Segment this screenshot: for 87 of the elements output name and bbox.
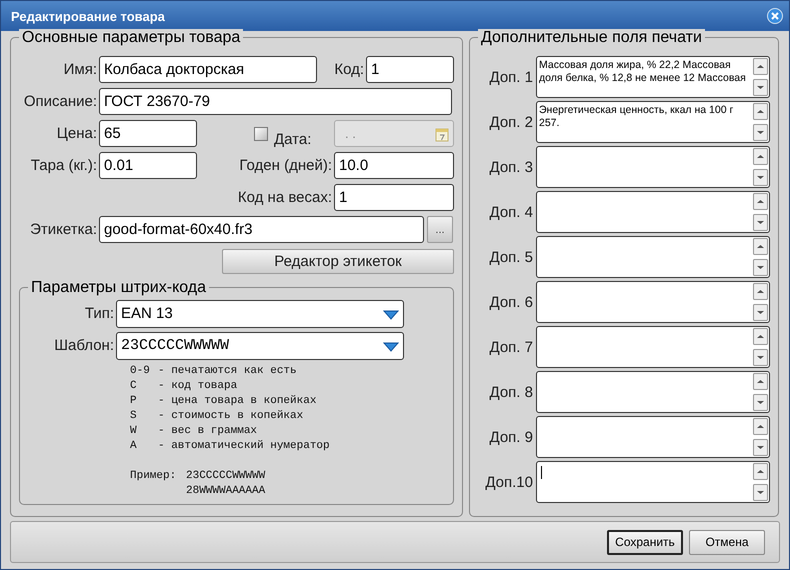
extra-field-label: Доп. 4 xyxy=(488,204,534,220)
name-field[interactable]: Колбаса докторская xyxy=(99,56,317,83)
label-file-field[interactable]: good-format-60x40.fr3 xyxy=(99,216,424,243)
extra-field-label: Доп. 7 xyxy=(488,338,534,356)
close-icon[interactable] xyxy=(767,8,783,24)
scroll-up-icon[interactable] xyxy=(753,373,768,390)
extra-text-area[interactable]: Массовая доля жира, % 22,2 Массовая доля белка, % 12,8 не менее 12 Массовая xyxy=(536,56,770,98)
scroll-up-icon[interactable] xyxy=(753,418,768,435)
panel-title: Основные параметры товара xyxy=(19,29,244,47)
label-file-label: Этикетка: xyxy=(29,221,97,238)
type-dropdown[interactable]: EAN 13 xyxy=(116,300,404,328)
template-dropdown[interactable]: 23CCCCCWWWWW xyxy=(116,332,404,360)
label-editor-button[interactable]: Редактор этикеток xyxy=(222,249,454,274)
type-label: Тип: xyxy=(84,305,114,322)
dropdown-arrow-icon[interactable] xyxy=(383,308,399,320)
browse-button[interactable]: ... xyxy=(427,216,453,243)
scroll-down-icon[interactable] xyxy=(753,169,768,186)
scroll-down-icon[interactable] xyxy=(753,394,768,411)
extra-text-area[interactable] xyxy=(536,236,770,278)
extra-field-label: Доп. 9 xyxy=(488,428,534,446)
extra-text-area[interactable] xyxy=(536,281,770,323)
template-label: Шаблон: xyxy=(53,337,114,354)
price-label: Цена: xyxy=(56,125,97,142)
cancel-button[interactable]: Отмена xyxy=(689,530,765,554)
example-value: 23CCCCCWWWWW xyxy=(186,469,266,484)
legend-code: A xyxy=(130,439,138,454)
legend-text: - вес в граммах xyxy=(158,424,258,439)
tare-field[interactable]: 0.01 xyxy=(99,152,197,179)
tare-label: Тара (кг.): xyxy=(30,157,97,174)
extra-field-label: Доп. 1 xyxy=(488,68,534,86)
legend-code: P xyxy=(130,394,138,409)
extra-field-label: Доп. 6 xyxy=(488,294,534,310)
scroll-down-icon[interactable] xyxy=(753,214,768,231)
legend-code: 0-9 xyxy=(130,364,151,379)
scroll-down-icon[interactable] xyxy=(753,304,768,321)
scroll-up-icon[interactable] xyxy=(753,148,768,165)
scroll-down-icon[interactable] xyxy=(753,349,768,366)
extra-field-label: Доп. 8 xyxy=(488,384,534,400)
extra-field-label: Доп.10 xyxy=(484,474,534,490)
extra-text-area[interactable] xyxy=(536,416,770,458)
scroll-down-icon[interactable] xyxy=(753,484,768,501)
scroll-down-icon[interactable] xyxy=(753,79,768,96)
price-field[interactable]: 65 xyxy=(99,120,197,147)
extra-field-label: Доп. 3 xyxy=(488,158,534,176)
name-label: Имя: xyxy=(62,61,97,78)
extra-text-area[interactable] xyxy=(536,371,770,413)
scroll-up-icon[interactable] xyxy=(753,463,768,480)
legend-code: W xyxy=(130,424,138,439)
extra-text-area[interactable] xyxy=(536,146,770,188)
legend-code: C xyxy=(130,379,138,394)
extra-field-label: Доп. 5 xyxy=(488,248,534,266)
save-button[interactable]: Сохранить xyxy=(607,530,683,554)
legend-text: - цена товара в копейках xyxy=(158,394,316,409)
scroll-up-icon[interactable] xyxy=(753,103,768,120)
scroll-up-icon[interactable] xyxy=(753,58,768,75)
date-label: Дата: xyxy=(274,131,312,148)
extra-text-area[interactable] xyxy=(536,191,770,233)
legend-text: - печатаются как есть xyxy=(158,364,297,379)
scroll-up-icon[interactable] xyxy=(753,193,768,210)
extra-text-area[interactable] xyxy=(536,461,770,503)
window-title: Редактирование товара xyxy=(11,8,165,24)
shelf-life-label: Годен (дней): xyxy=(238,157,332,174)
scroll-down-icon[interactable] xyxy=(753,439,768,456)
scroll-down-icon[interactable] xyxy=(753,259,768,276)
extra-text-area[interactable]: Энергетическая ценность, ккал на 100 г 257. xyxy=(536,101,770,143)
scale-code-field[interactable]: 1 xyxy=(334,184,454,211)
panel-title: Дополнительные поля печати xyxy=(478,29,705,47)
scale-code-label: Код на весах: xyxy=(236,189,332,206)
example-value: 28WWWWAAAAAA xyxy=(186,484,266,499)
code-field[interactable]: 1 xyxy=(366,56,454,83)
legend-text: - стоимость в копейках xyxy=(158,409,304,424)
extra-text-area[interactable] xyxy=(536,326,770,368)
scroll-up-icon[interactable] xyxy=(753,328,768,345)
panel-title: Параметры штрих-кода xyxy=(28,279,210,297)
shelf-life-field[interactable]: 10.0 xyxy=(334,152,454,179)
extra-field-label: Доп. 2 xyxy=(488,114,534,130)
code-label: Код: xyxy=(333,61,364,78)
description-label: Описание: xyxy=(22,93,97,110)
description-field[interactable]: ГОСТ 23670-79 xyxy=(99,88,452,115)
legend-text: - автоматический нумератор xyxy=(158,439,330,454)
scroll-down-icon[interactable] xyxy=(753,124,768,141)
dropdown-arrow-icon[interactable] xyxy=(383,340,399,352)
scroll-up-icon[interactable] xyxy=(753,238,768,255)
legend-code: S xyxy=(130,409,138,424)
scroll-up-icon[interactable] xyxy=(753,283,768,300)
legend-text: - код товара xyxy=(158,379,238,394)
example-label: Пример: xyxy=(130,469,178,484)
